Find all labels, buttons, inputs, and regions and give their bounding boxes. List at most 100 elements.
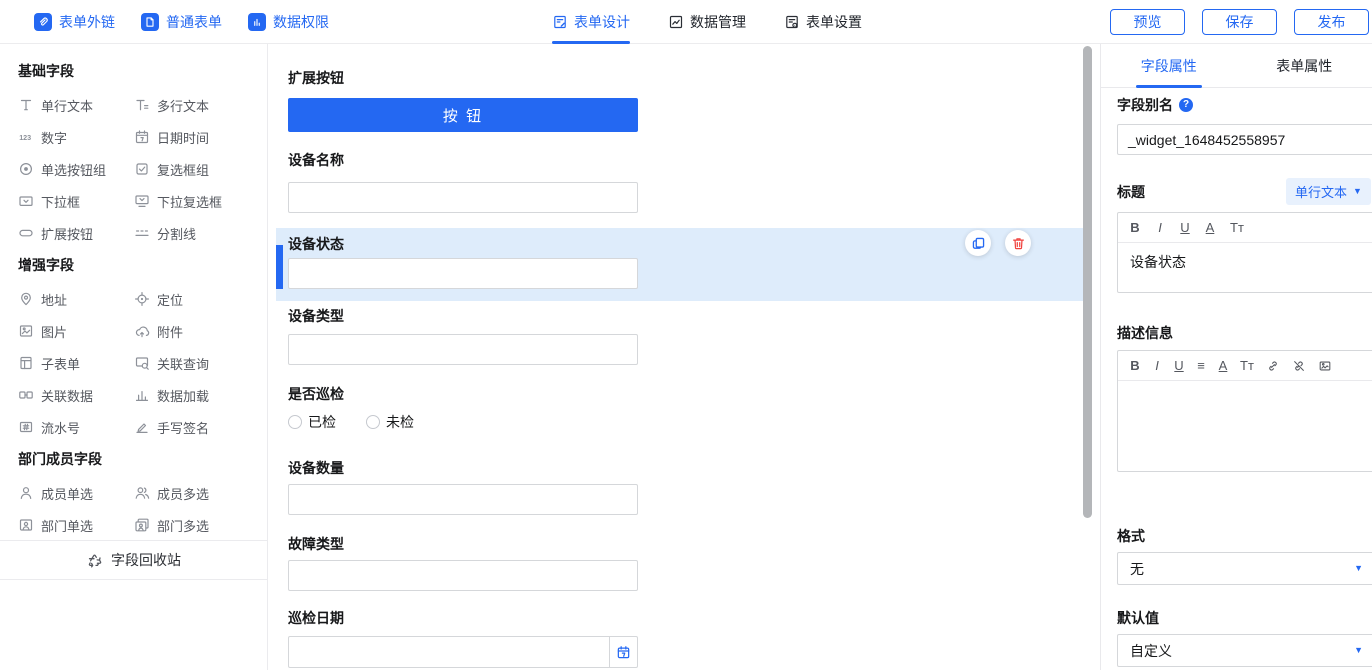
font-size-button[interactable]: Tᴛ — [1240, 358, 1254, 373]
field-item-radio-group[interactable]: 单选按钮组 — [16, 153, 132, 185]
bar-chart-icon — [248, 13, 266, 31]
tab-field-properties[interactable]: 字段属性 — [1101, 44, 1237, 87]
unlink-icon[interactable] — [1292, 359, 1306, 373]
tab-form-properties[interactable]: 表单属性 — [1237, 44, 1372, 87]
bold-button[interactable]: B — [1130, 358, 1140, 373]
signature-icon — [134, 419, 150, 435]
fault-type-input[interactable] — [288, 560, 638, 591]
underline-button[interactable]: U — [1174, 358, 1184, 373]
radio-option-checked[interactable]: 已检 — [288, 412, 336, 432]
device-name-input[interactable] — [288, 182, 638, 213]
field-alias-input[interactable]: _widget_1648452558957 — [1117, 124, 1372, 155]
device-count-input[interactable] — [288, 484, 638, 515]
recycle-icon — [86, 552, 103, 569]
recycle-label: 字段回收站 — [111, 550, 181, 570]
chevron-down-icon: ▼ — [1353, 187, 1362, 196]
field-item-checkbox-group[interactable]: 复选框组 — [132, 153, 253, 185]
inspect-date-input[interactable] — [288, 636, 638, 668]
title-editor-content[interactable]: 设备状态 — [1118, 243, 1372, 281]
data-permission-item[interactable]: 数据权限 — [248, 12, 329, 32]
field-item-dept-multi[interactable]: 部门多选 — [132, 509, 253, 541]
field-item-data-load[interactable]: 数据加载 — [132, 379, 253, 411]
radio-circle-icon — [288, 415, 302, 429]
basic-fields-grid: 单行文本 多行文本 123数字 日期时间 单选按钮组 复选框组 下拉框 下拉复选… — [16, 89, 253, 249]
field-type-dropdown[interactable]: 单行文本 ▼ — [1286, 178, 1371, 205]
format-select[interactable]: 无 ▼ — [1117, 552, 1372, 585]
attachment-icon — [134, 323, 150, 339]
italic-button[interactable]: I — [1155, 220, 1165, 235]
tab-form-design-label: 表单设计 — [574, 12, 630, 32]
default-value-select[interactable]: 自定义 ▼ — [1117, 634, 1372, 667]
tab-data-manage[interactable]: 数据管理 — [668, 0, 746, 44]
field-item-subform[interactable]: 子表单 — [16, 347, 132, 379]
copy-field-button[interactable] — [965, 230, 991, 256]
font-color-button[interactable]: A — [1218, 358, 1228, 373]
main-area: 基础字段 单行文本 多行文本 123数字 日期时间 单选按钮组 复选框组 下拉框… — [0, 44, 1372, 670]
field-item-ext-button[interactable]: 扩展按钮 — [16, 217, 132, 249]
field-item-dept-single[interactable]: 部门单选 — [16, 509, 132, 541]
preview-button[interactable]: 预览 — [1110, 9, 1185, 35]
canvas-scrollbar-thumb[interactable] — [1083, 46, 1092, 518]
align-button[interactable]: ≡ — [1196, 358, 1206, 373]
field-item-select[interactable]: 下拉框 — [16, 185, 132, 217]
dept-single-icon — [18, 517, 34, 533]
ext-button-preview[interactable]: 按 钮 — [288, 98, 638, 132]
field-item-datetime[interactable]: 日期时间 — [132, 121, 253, 153]
chevron-down-icon: ▼ — [1354, 564, 1363, 573]
field-item-serial[interactable]: 流水号 — [16, 411, 132, 443]
field-item-multi-select[interactable]: 下拉复选框 — [132, 185, 253, 217]
tab-form-design[interactable]: 表单设计 — [552, 0, 630, 44]
inspect-date-text[interactable] — [289, 637, 609, 667]
field-item-address[interactable]: 地址 — [16, 283, 132, 315]
link-icon[interactable] — [1266, 359, 1280, 373]
field-item-number[interactable]: 123数字 — [16, 121, 132, 153]
tab-form-settings[interactable]: 表单设置 — [784, 0, 862, 44]
field-item-locate[interactable]: 定位 — [132, 283, 253, 315]
field-item-member-multi[interactable]: 成员多选 — [132, 477, 253, 509]
selected-field-accent-bar — [276, 245, 283, 289]
field-item-signature[interactable]: 手写签名 — [132, 411, 253, 443]
member-multi-icon — [134, 485, 150, 501]
field-item-member-single[interactable]: 成员单选 — [16, 477, 132, 509]
delete-field-button[interactable] — [1005, 230, 1031, 256]
field-item-single-text[interactable]: 单行文本 — [16, 89, 132, 121]
form-builder-app: 表单外链 普通表单 数据权限 表单设计 数据管理 表单设置 — [0, 0, 1372, 670]
description-label: 描述信息 — [1117, 324, 1173, 342]
insert-image-icon[interactable] — [1318, 359, 1332, 373]
number-icon: 123 — [18, 129, 34, 145]
device-type-input[interactable] — [288, 334, 638, 365]
field-item-linked-data[interactable]: 关联数据 — [16, 379, 132, 411]
title-editor[interactable]: B I U A Tᴛ 设备状态 — [1117, 212, 1372, 293]
field-item-attachment[interactable]: 附件 — [132, 315, 253, 347]
field-item-linked-query[interactable]: 关联查询 — [132, 347, 253, 379]
field-item-image[interactable]: 图片 — [16, 315, 132, 347]
default-value: 自定义 — [1130, 641, 1172, 661]
form-design-icon — [552, 14, 568, 30]
publish-button[interactable]: 发布 — [1294, 9, 1369, 35]
radio-option-unchecked[interactable]: 未检 — [366, 412, 414, 432]
field-item-divider[interactable]: 分割线 — [132, 217, 253, 249]
field-recycle-bin[interactable]: 字段回收站 — [0, 540, 267, 580]
bold-button[interactable]: B — [1130, 220, 1140, 235]
description-editor-content[interactable] — [1118, 381, 1372, 399]
save-button[interactable]: 保存 — [1202, 9, 1277, 35]
topbar-left-group: 表单外链 普通表单 数据权限 — [34, 0, 329, 44]
italic-button[interactable]: I — [1152, 358, 1162, 373]
font-color-button[interactable]: A — [1205, 220, 1215, 235]
normal-form-item[interactable]: 普通表单 — [141, 12, 222, 32]
linked-data-icon — [18, 387, 34, 403]
form-external-link-item[interactable]: 表单外链 — [34, 12, 115, 32]
underline-button[interactable]: U — [1180, 220, 1190, 235]
copy-icon — [971, 236, 986, 251]
help-icon[interactable]: ? — [1179, 98, 1193, 112]
field-item-multi-text[interactable]: 多行文本 — [132, 89, 253, 121]
section-title-dept-member: 部门成员字段 — [18, 449, 253, 469]
svg-text:123: 123 — [19, 133, 31, 142]
date-picker-addon[interactable] — [609, 637, 637, 667]
radio-circle-icon — [366, 415, 380, 429]
font-size-button[interactable]: Tᴛ — [1230, 220, 1244, 235]
inspected-label: 是否巡检 — [288, 384, 344, 404]
member-single-icon — [18, 485, 34, 501]
description-editor[interactable]: B I U ≡ A Tᴛ — [1117, 350, 1372, 472]
device-status-input[interactable] — [288, 258, 638, 289]
